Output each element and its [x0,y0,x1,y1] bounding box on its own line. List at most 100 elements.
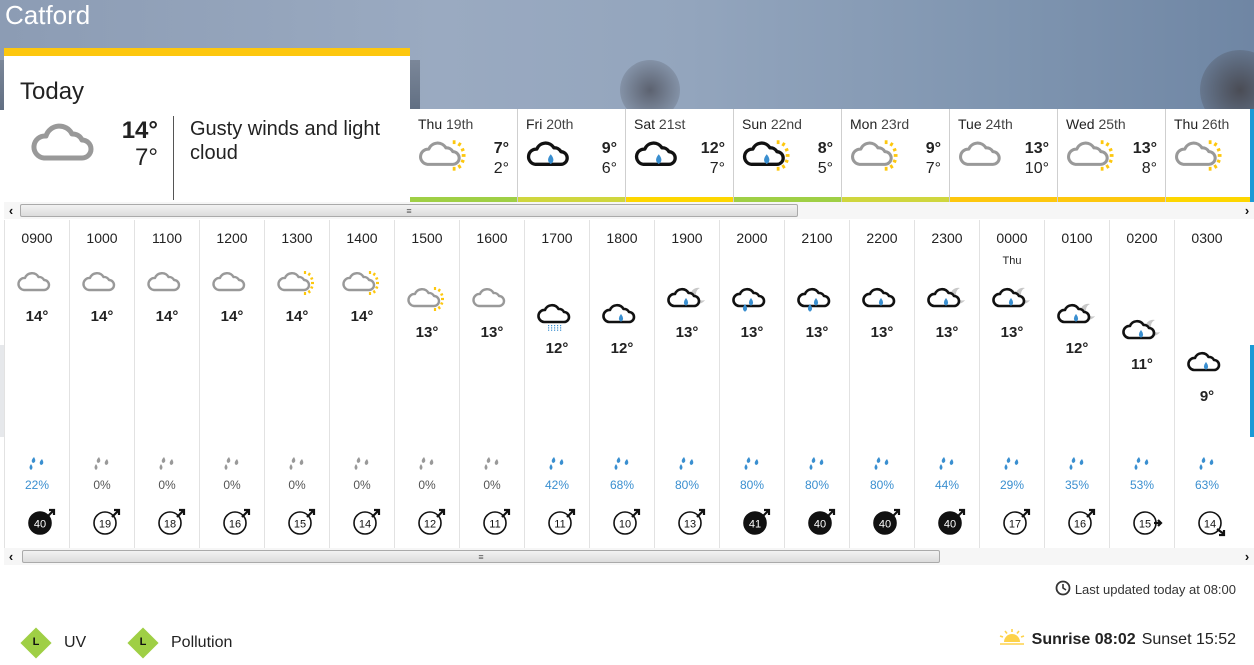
hour-temp: 14° [350,308,374,325]
pollution-level-diamond-icon: L [127,627,159,659]
pollution-index[interactable]: L Pollution [127,627,232,659]
rain-chance: 80% [804,478,830,492]
hour-column[interactable]: 2200 13° 80% 40 [849,220,914,550]
rain-chance: 0% [418,478,436,492]
hour-column[interactable]: 0300 9° 63% 14 [1174,220,1239,550]
hourly-scroll-thumb[interactable]: ≡ [22,550,940,563]
hour-column[interactable]: 1900 13° 80% 13 [654,220,719,550]
wind-speed: 41 [749,519,761,531]
daily-scroll-thumb[interactable]: ≡ [20,204,798,217]
hour-column[interactable]: 1100 14° 0% 18 [134,220,199,550]
today-summary-card[interactable]: Today 14° 7° Gusty winds and light cloud [4,48,410,202]
hour-column[interactable]: 1200 14° 0% 16 [199,220,264,550]
hour-column[interactable]: 1800 12° 68% 10 [589,220,654,550]
hour-temp: 13° [805,324,829,341]
wind-speed: 40 [944,519,956,531]
cloud-icon [200,270,264,305]
day-low-temp: 7° [925,160,941,177]
day-name: Tue [958,116,982,132]
hour-column[interactable]: 1600 13° 0% 11 [459,220,524,550]
rain-chance: 35% [1064,478,1090,492]
hour-column[interactable]: 1400 14° 0% 14 [329,220,394,550]
rain-moon-cloud-icon [1110,318,1174,353]
uv-index[interactable]: L UV [20,627,86,659]
sunset-time: Sunset 15:52 [1141,630,1236,648]
hour-temp: 13° [870,324,894,341]
hour-temp: 13° [1000,324,1024,341]
rain-chance: 0% [93,478,111,492]
day-tab[interactable]: Tue 24th 13° 10° [950,109,1058,204]
sunrise-icon [998,629,1026,650]
day-tab[interactable]: Sat 21st 12° 7° [626,109,734,204]
wind-speed: 40 [814,519,826,531]
rain-chance: 68% [609,478,635,492]
hour-column[interactable]: 0900 14° 22% 40 [4,220,69,550]
hour-temp: 12° [545,340,569,357]
day-high-temp: 9° [925,140,941,157]
hour-column[interactable]: 1500 13° 0% 12 [394,220,459,550]
scroll-left-arrow-icon[interactable]: ‹ [4,548,18,565]
hour-time: 1100 [151,230,183,246]
rain-drops-icon [873,456,893,477]
rain-drops-icon [288,456,308,477]
scroll-right-arrow-icon[interactable]: › [1240,548,1254,565]
hour-column[interactable]: 1000 14° 0% 19 [69,220,134,550]
sun-cloud-icon [395,286,459,321]
day-tab[interactable]: Thu 19th 7° 2° [410,109,518,204]
day-name: Mon [850,116,878,132]
wind-speed: 11 [554,519,565,531]
hour-column[interactable]: 0100 12° 35% 16 [1044,220,1109,550]
day-tab[interactable]: Fri 20th 9° 6° [518,109,626,204]
day-high-temp: 12° [700,140,725,157]
day-tab[interactable]: Sun 22nd 8° 5° [734,109,842,204]
day-low-temp: 5° [817,160,833,177]
uv-label: UV [64,634,87,651]
day-tab[interactable]: Thu 26th1 [1166,109,1254,204]
hour-time: 0300 [1191,230,1223,246]
today-high-temp: 14° [121,117,158,144]
rain-drops-icon [1198,456,1218,477]
rain-chance: 80% [739,478,765,492]
scroll-left-arrow-icon[interactable]: ‹ [4,202,18,219]
hourly-scrollbar[interactable]: ‹ ≡ › [4,548,1254,565]
day-label: Fri 20th [526,116,573,132]
wind-speed: 40 [34,519,46,531]
hour-column[interactable]: 0200 11° 53% 15 [1109,220,1174,550]
hour-column[interactable]: 1300 14° 0% 15 [264,220,329,550]
wind-speed: 40 [879,519,891,531]
rain-drops-icon [938,456,958,477]
rain-cloud-icon [526,139,578,182]
wind-speed: 15 [1139,519,1151,531]
wind-direction-icon: 19 [90,507,122,539]
day-high-temp: 13° [1132,140,1157,157]
rain-chance: 53% [1129,478,1155,492]
wind-speed: 13 [684,519,696,531]
hour-time: 2000 [736,230,768,246]
wind-direction-icon: 40 [25,507,57,539]
last-updated: Last updated today at 08:00 [1055,580,1236,599]
day-name: Sat [634,116,656,132]
hour-column[interactable]: 2000 13° 80% 41 [719,220,784,550]
wind-speed: 18 [164,519,176,531]
rain-chance: 0% [288,478,306,492]
day-label: Mon 23rd [850,116,909,132]
hour-time: 1400 [346,230,378,246]
rain-drops-icon [223,456,243,477]
hour-temp: 14° [90,308,114,325]
day-low-temp: 7° [709,160,725,177]
daily-scrollbar[interactable]: ‹ ≡ › [4,202,1254,219]
hour-column[interactable]: 0000 Thu 13° 29% 17 [979,220,1044,550]
hour-time: 0900 [21,230,53,246]
hour-column[interactable]: 2100 13° 80% 40 [784,220,849,550]
wind-speed: 14 [1204,519,1216,531]
hour-column[interactable]: 2300 13° 44% 40 [914,220,979,550]
wind-speed: 12 [424,519,436,531]
day-date: 24th [985,116,1013,132]
hour-time: 0000 [996,230,1028,246]
hour-column[interactable]: 1700 12° 42% 11 [524,220,589,550]
day-tab[interactable]: Mon 23rd 9° 7° [842,109,950,204]
scroll-right-arrow-icon[interactable]: › [1240,202,1254,219]
day-name: Fri [526,116,543,132]
day-tab[interactable]: Wed 25th 13° 8° [1058,109,1166,204]
wind-speed: 14 [359,519,371,531]
